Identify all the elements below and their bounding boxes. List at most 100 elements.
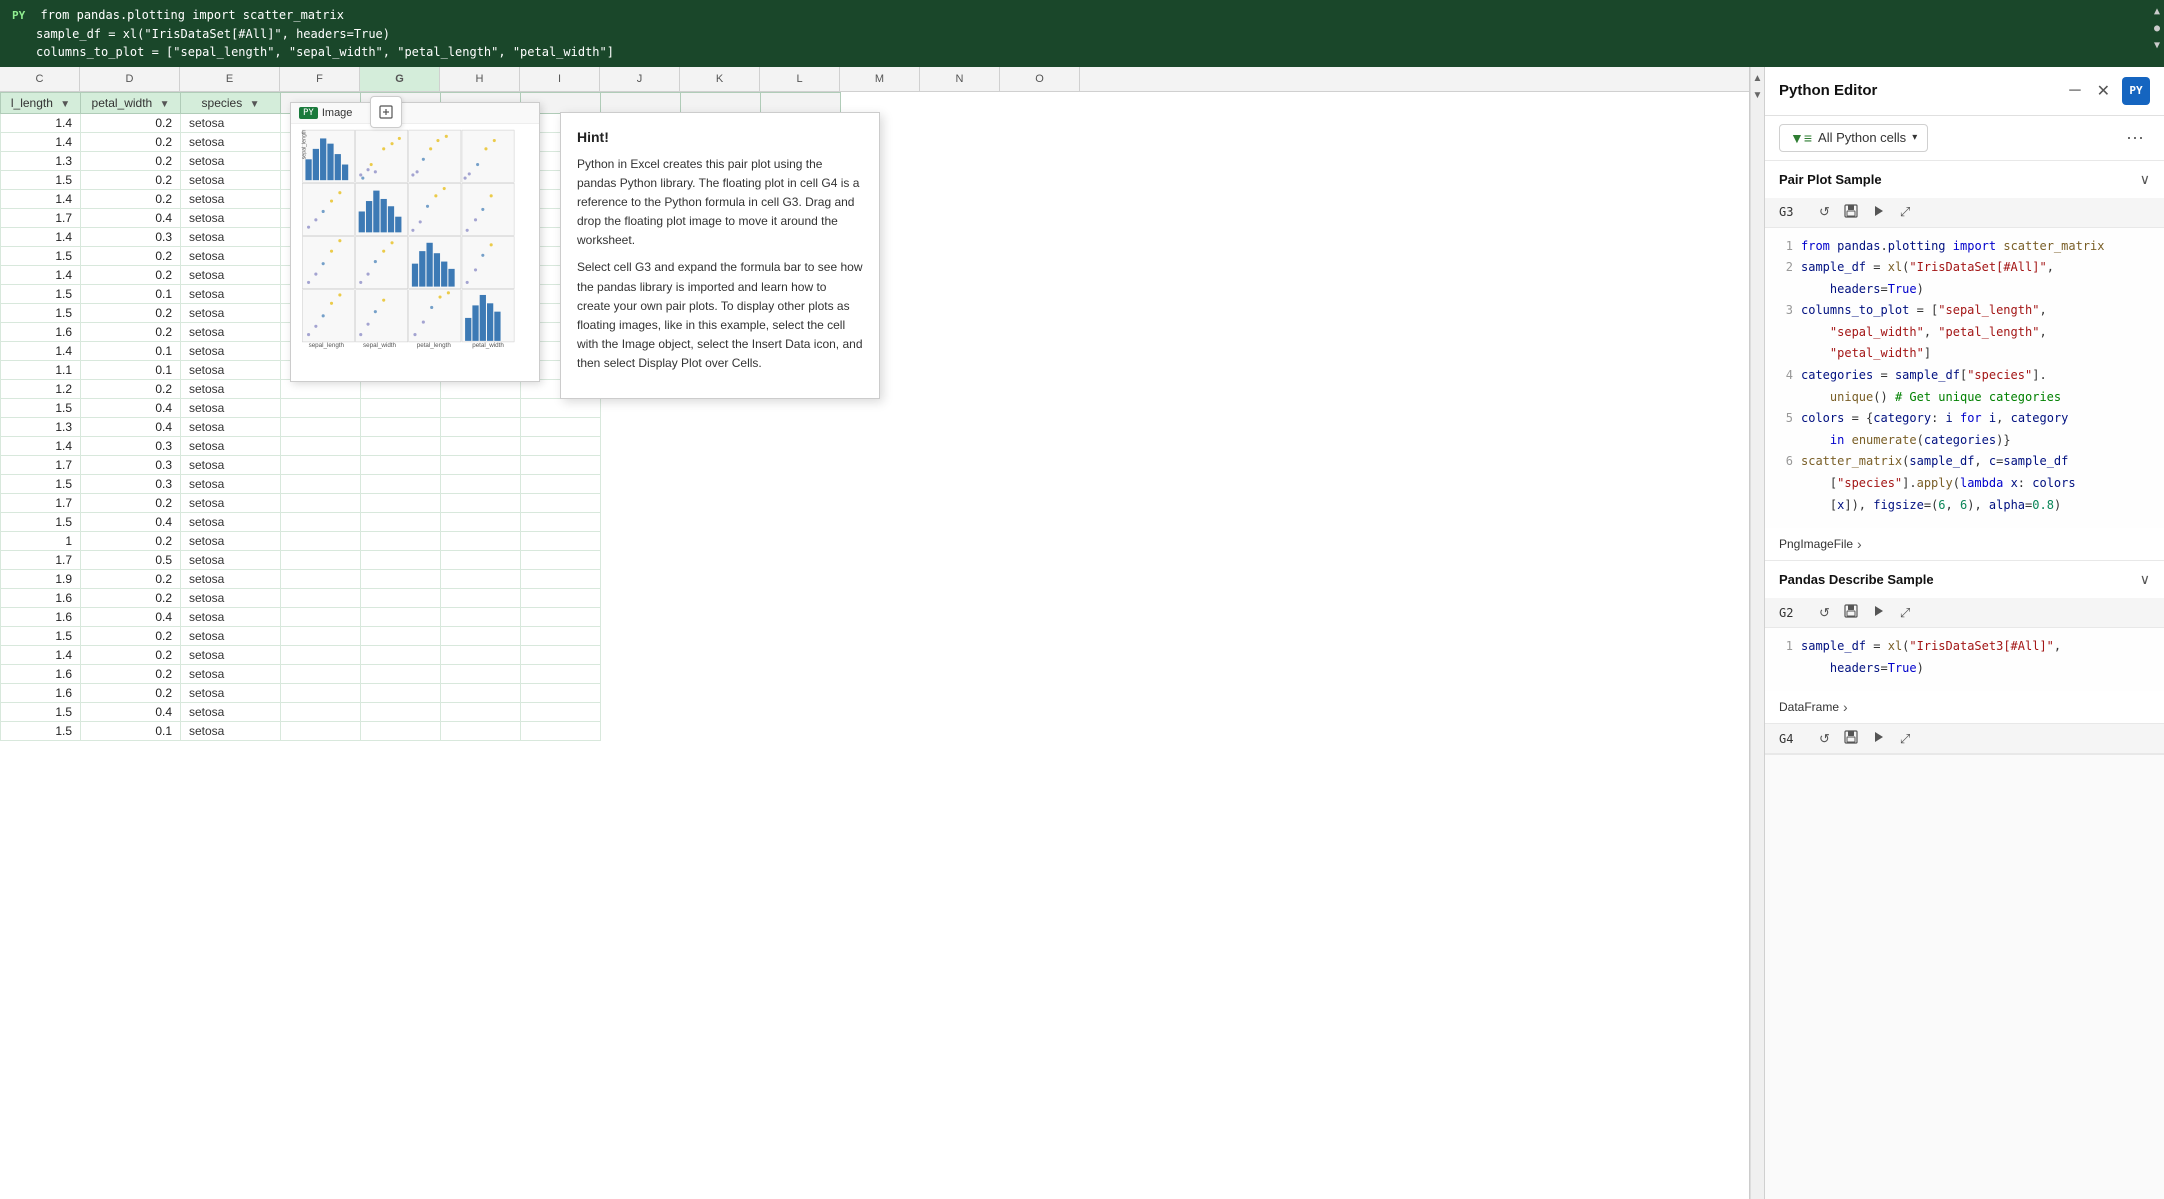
- petal-width-cell[interactable]: 0.3: [81, 227, 181, 246]
- close-button[interactable]: ✕: [2093, 77, 2114, 105]
- petal-length-cell[interactable]: 1.7: [1, 550, 81, 569]
- species-cell[interactable]: setosa: [181, 227, 281, 246]
- petal-length-cell[interactable]: 1.1: [1, 360, 81, 379]
- species-cell[interactable]: setosa: [181, 132, 281, 151]
- petal-width-cell[interactable]: 0.4: [81, 607, 181, 626]
- petal-width-cell[interactable]: 0.2: [81, 113, 181, 132]
- species-cell[interactable]: setosa: [181, 398, 281, 417]
- species-cell[interactable]: setosa: [181, 208, 281, 227]
- petal-length-cell[interactable]: 1.5: [1, 284, 81, 303]
- table-row[interactable]: 1.50.4setosa: [1, 398, 841, 417]
- petal-length-cell[interactable]: 1.7: [1, 493, 81, 512]
- species-cell[interactable]: setosa: [181, 531, 281, 550]
- species-cell[interactable]: setosa: [181, 246, 281, 265]
- table-row[interactable]: 10.2setosa: [1, 531, 841, 550]
- petal-length-cell[interactable]: 1.5: [1, 474, 81, 493]
- pair-plot-section-header[interactable]: Pair Plot Sample ∨: [1765, 161, 2164, 198]
- petal-length-cell[interactable]: 1.6: [1, 683, 81, 702]
- table-row[interactable]: 1.50.4setosa: [1, 702, 841, 721]
- species-cell[interactable]: setosa: [181, 664, 281, 683]
- petal-width-cell[interactable]: 0.3: [81, 436, 181, 455]
- species-cell[interactable]: setosa: [181, 474, 281, 493]
- species-cell[interactable]: setosa: [181, 341, 281, 360]
- undo-button-3[interactable]: ↺: [1815, 729, 1834, 749]
- petal-width-cell[interactable]: 0.2: [81, 531, 181, 550]
- run-button-3[interactable]: [1868, 728, 1890, 749]
- petal-length-cell[interactable]: 1.3: [1, 417, 81, 436]
- petal-length-cell[interactable]: 1.5: [1, 303, 81, 322]
- petal-width-cell[interactable]: 0.1: [81, 721, 181, 740]
- species-cell[interactable]: setosa: [181, 645, 281, 664]
- petal-width-cell[interactable]: 0.4: [81, 417, 181, 436]
- species-cell[interactable]: setosa: [181, 265, 281, 284]
- pandas-describe-output-link[interactable]: DataFrame ›: [1765, 691, 2164, 723]
- table-row[interactable]: 1.60.4setosa: [1, 607, 841, 626]
- species-cell[interactable]: setosa: [181, 493, 281, 512]
- table-row[interactable]: 1.50.2setosa: [1, 626, 841, 645]
- species-cell[interactable]: setosa: [181, 113, 281, 132]
- petal-length-cell[interactable]: 1.5: [1, 721, 81, 740]
- table-row[interactable]: 1.50.3setosa: [1, 474, 841, 493]
- pair-plot-output-link[interactable]: PngImageFile ›: [1765, 528, 2164, 560]
- petal-width-cell[interactable]: 0.1: [81, 341, 181, 360]
- save-button-2[interactable]: [1840, 602, 1862, 623]
- petal-length-cell[interactable]: 1.6: [1, 588, 81, 607]
- petal-length-cell[interactable]: 1.5: [1, 626, 81, 645]
- petal-length-cell[interactable]: 1.5: [1, 398, 81, 417]
- petal-length-cell[interactable]: 1.4: [1, 645, 81, 664]
- run-button-2[interactable]: [1868, 602, 1890, 623]
- species-cell[interactable]: setosa: [181, 550, 281, 569]
- petal-width-cell[interactable]: 0.2: [81, 246, 181, 265]
- petal-width-cell[interactable]: 0.5: [81, 550, 181, 569]
- petal-length-cell[interactable]: 1.4: [1, 341, 81, 360]
- petal-width-cell[interactable]: 0.2: [81, 132, 181, 151]
- petal-width-cell[interactable]: 0.2: [81, 493, 181, 512]
- petal-length-cell[interactable]: 1.6: [1, 664, 81, 683]
- petal-length-cell[interactable]: 1.2: [1, 379, 81, 398]
- species-cell[interactable]: setosa: [181, 360, 281, 379]
- species-cell[interactable]: setosa: [181, 626, 281, 645]
- petal-width-cell[interactable]: 0.2: [81, 626, 181, 645]
- petal-length-cell[interactable]: 1.4: [1, 227, 81, 246]
- minimize-button[interactable]: ─: [2065, 78, 2084, 104]
- petal-width-cell[interactable]: 0.2: [81, 588, 181, 607]
- petal-width-cell[interactable]: 0.1: [81, 360, 181, 379]
- petal-width-cell[interactable]: 0.3: [81, 455, 181, 474]
- species-cell[interactable]: setosa: [181, 303, 281, 322]
- table-row[interactable]: 1.70.3setosa: [1, 455, 841, 474]
- scroll-down-icon[interactable]: ▼: [1751, 88, 1765, 103]
- scroll-up-arrow[interactable]: ▲: [2154, 4, 2160, 19]
- petal-length-cell[interactable]: 1.4: [1, 113, 81, 132]
- species-cell[interactable]: setosa: [181, 379, 281, 398]
- species-cell[interactable]: setosa: [181, 683, 281, 702]
- species-cell[interactable]: setosa: [181, 512, 281, 531]
- petal-length-cell[interactable]: 1.9: [1, 569, 81, 588]
- formula-scroll[interactable]: ▲ ● ▼: [2154, 4, 2160, 53]
- pandas-describe-section-header[interactable]: Pandas Describe Sample ∨: [1765, 561, 2164, 598]
- species-cell[interactable]: setosa: [181, 721, 281, 740]
- petal-length-cell[interactable]: 1.4: [1, 189, 81, 208]
- species-cell[interactable]: setosa: [181, 417, 281, 436]
- species-cell[interactable]: setosa: [181, 170, 281, 189]
- petal-length-cell[interactable]: 1: [1, 531, 81, 550]
- petal-width-cell[interactable]: 0.2: [81, 170, 181, 189]
- undo-button-2[interactable]: ↺: [1815, 603, 1834, 623]
- save-button-1[interactable]: [1840, 202, 1862, 223]
- petal-length-cell[interactable]: 1.5: [1, 512, 81, 531]
- petal-length-cell[interactable]: 1.6: [1, 607, 81, 626]
- species-cell[interactable]: setosa: [181, 189, 281, 208]
- species-cell[interactable]: setosa: [181, 702, 281, 721]
- petal-width-cell[interactable]: 0.4: [81, 208, 181, 227]
- petal-length-cell[interactable]: 1.4: [1, 436, 81, 455]
- petal-width-cell[interactable]: 0.2: [81, 265, 181, 284]
- petal-length-cell[interactable]: 1.5: [1, 170, 81, 189]
- table-row[interactable]: 1.90.2setosa: [1, 569, 841, 588]
- petal-length-cell[interactable]: 1.6: [1, 322, 81, 341]
- petal-width-cell[interactable]: 0.2: [81, 683, 181, 702]
- spreadsheet-scrollbar[interactable]: ▲ ▼: [1750, 67, 1764, 1199]
- table-row[interactable]: 1.60.2setosa: [1, 664, 841, 683]
- table-row[interactable]: 1.40.3setosa: [1, 436, 841, 455]
- species-cell[interactable]: setosa: [181, 588, 281, 607]
- expand-button-1[interactable]: ⤢: [1896, 202, 1914, 222]
- table-row[interactable]: 1.50.1setosa: [1, 721, 841, 740]
